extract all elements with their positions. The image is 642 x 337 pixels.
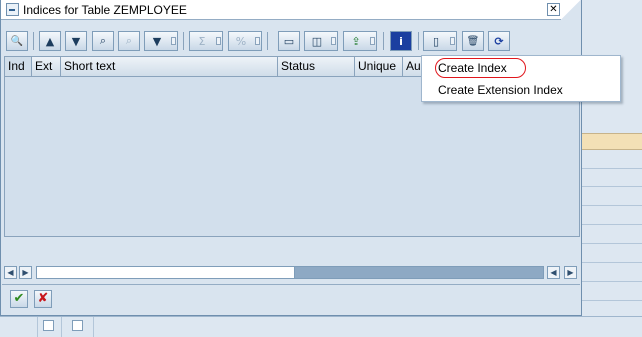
titlebar-corner	[561, 0, 581, 20]
background-checkbox[interactable]	[72, 320, 83, 331]
subtotal-dropdown-icon[interactable]	[255, 37, 260, 45]
dialog-footer: ✔ ✘	[2, 284, 580, 314]
sort-ascending-button[interactable]: ▲	[39, 31, 61, 51]
column-header-status[interactable]: Status	[278, 57, 355, 77]
scroll-right-icon[interactable]: ◀	[547, 266, 560, 279]
sort-ascending-icon: ▲	[45, 34, 55, 48]
toolbar-separator	[183, 32, 184, 50]
create-button[interactable]: ▯	[423, 31, 457, 51]
sort-descending-icon: ▼	[71, 34, 81, 48]
scroll-last-icon[interactable]: ▶	[564, 266, 577, 279]
scroll-first-icon[interactable]: ◀	[4, 266, 17, 279]
background-checkbox[interactable]	[43, 320, 54, 331]
close-button[interactable]: ✕	[547, 3, 560, 16]
toolbar: 🔍 ▲ ▼ ⌕ ⌕ ▼ Σ % ▭ ◫ ⇪ i ▯ 🗑 ⟳	[2, 28, 580, 53]
info-icon: i	[399, 34, 403, 48]
cross-icon: ✘	[37, 291, 49, 306]
export-icon: ⇪	[351, 34, 361, 48]
confirm-button[interactable]: ✔	[10, 290, 28, 308]
column-header-unique[interactable]: Unique	[355, 57, 403, 77]
menu-item-create-index[interactable]: Create Index	[438, 61, 507, 75]
details-icon: 🔍	[10, 35, 24, 47]
background-screen-bottom	[0, 316, 642, 337]
dialog-titlebar: Indices for Table ZEMPLOYEE ✕	[1, 0, 581, 20]
toolbar-separator	[418, 32, 419, 50]
create-icon: ▯	[432, 34, 440, 48]
create-context-menu: Create Index Create Extension Index	[421, 55, 621, 102]
create-dropdown-icon[interactable]	[450, 37, 455, 45]
find-icon: ⌕	[99, 34, 107, 47]
export-dropdown-icon[interactable]	[370, 37, 375, 45]
background-cell	[0, 317, 38, 337]
export-button[interactable]: ⇪	[343, 31, 377, 51]
background-row-line	[580, 205, 642, 206]
refresh-button[interactable]: ⟳	[488, 31, 510, 51]
change-layout-button[interactable]: ◫	[304, 31, 338, 51]
details-button[interactable]: 🔍	[6, 31, 28, 51]
subtotal-icon: %	[235, 34, 247, 48]
sort-descending-button[interactable]: ▼	[65, 31, 87, 51]
refresh-icon: ⟳	[494, 34, 504, 48]
scrollbar-track[interactable]	[36, 266, 544, 279]
delete-button[interactable]: 🗑	[462, 31, 484, 51]
filter-button[interactable]: ▼	[144, 31, 178, 51]
scrollbar-thumb[interactable]	[37, 267, 295, 278]
print-icon: ▭	[283, 34, 295, 48]
background-row-line	[580, 281, 642, 282]
background-header-bar	[580, 133, 642, 150]
indices-dialog: Indices for Table ZEMPLOYEE ✕ 🔍 ▲ ▼ ⌕ ⌕ …	[0, 0, 582, 316]
change-layout-icon: ◫	[311, 34, 323, 48]
column-header-ind[interactable]: Ind	[5, 57, 32, 77]
filter-dropdown-icon[interactable]	[171, 37, 176, 45]
info-button[interactable]: i	[390, 31, 412, 51]
horizontal-scrollbar[interactable]: ◀ ▶ ◀ ▶	[4, 266, 580, 280]
dialog-title: Indices for Table ZEMPLOYEE	[23, 3, 187, 17]
menu-item-create-extension-index[interactable]: Create Extension Index	[438, 83, 563, 97]
total-button[interactable]: Σ	[189, 31, 223, 51]
total-dropdown-icon[interactable]	[216, 37, 221, 45]
print-button[interactable]: ▭	[278, 31, 300, 51]
toolbar-separator	[383, 32, 384, 50]
column-header-short-text[interactable]: Short text	[61, 57, 278, 77]
toolbar-separator	[267, 32, 268, 50]
cancel-button[interactable]: ✘	[34, 290, 52, 308]
find-next-icon: ⌕	[125, 34, 133, 47]
background-row-line	[580, 224, 642, 225]
toolbar-separator	[33, 32, 34, 50]
scroll-left-icon[interactable]: ▶	[19, 266, 32, 279]
delete-icon: 🗑	[466, 35, 480, 47]
background-row-line	[580, 262, 642, 263]
background-row-line	[580, 186, 642, 187]
find-next-button[interactable]: ⌕	[118, 31, 140, 51]
layout-dropdown-icon[interactable]	[331, 37, 336, 45]
find-button[interactable]: ⌕	[92, 31, 114, 51]
background-screen-right	[580, 0, 642, 337]
filter-icon: ▼	[152, 34, 162, 48]
background-row-line	[580, 243, 642, 244]
column-header-ext[interactable]: Ext	[32, 57, 61, 77]
background-row-line	[580, 168, 642, 169]
checkmark-icon: ✔	[13, 291, 25, 306]
subtotal-button[interactable]: %	[228, 31, 262, 51]
window-menu-icon[interactable]	[6, 3, 19, 16]
total-icon: Σ	[198, 34, 206, 48]
background-row-line	[580, 300, 642, 301]
